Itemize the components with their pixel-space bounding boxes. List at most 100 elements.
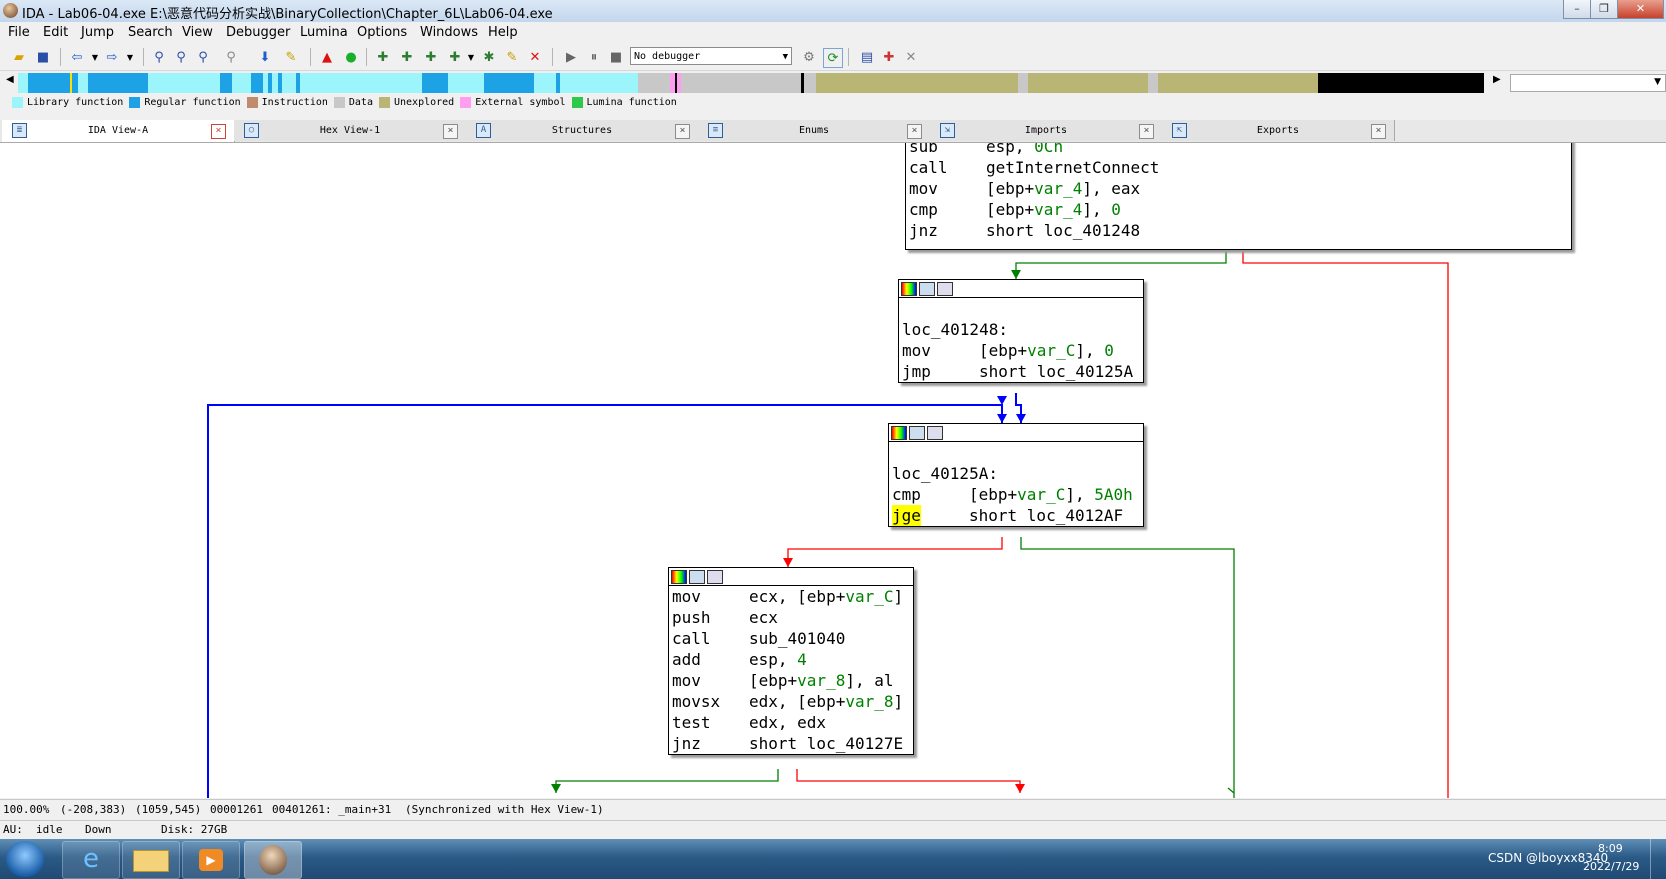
color-icon[interactable] <box>901 282 917 296</box>
rename-icon[interactable] <box>909 426 925 440</box>
block-label[interactable]: loc_401248: <box>899 319 1143 340</box>
tab-enums[interactable]: ≡ Enums × <box>698 120 931 141</box>
clock-date[interactable]: 2022/7/29 <box>1583 860 1639 873</box>
add-breakpoint-icon[interactable]: ✚ <box>880 48 898 66</box>
block-label[interactable]: loc_40125A: <box>889 463 1143 484</box>
delete-breakpoint-icon[interactable]: ✕ <box>902 48 920 66</box>
asm-line[interactable]: push ecx <box>669 607 913 628</box>
run-icon[interactable]: ▶ <box>562 48 580 66</box>
minimize-button[interactable]: – <box>1563 0 1591 19</box>
edit-function-icon[interactable]: ✎ <box>503 48 521 66</box>
delete-icon[interactable]: ✕ <box>526 48 544 66</box>
search-next-icon[interactable]: ⚲ <box>222 48 240 66</box>
back-icon[interactable]: ⇦ <box>68 48 86 66</box>
asm-line[interactable]: sub esp, 0Ch <box>906 143 1571 157</box>
forward-dropdown-icon[interactable]: ▼ <box>121 48 139 66</box>
forward-icon[interactable]: ⇨ <box>103 48 121 66</box>
close-tab-icon[interactable]: × <box>907 124 922 139</box>
asm-line[interactable]: add esp, 4 <box>669 649 913 670</box>
asm-line[interactable]: mov [ebp+var_8], al <box>669 670 913 691</box>
show-desktop-button[interactable] <box>1650 839 1666 879</box>
pause-icon[interactable]: ⏸ <box>585 48 603 66</box>
asm-line[interactable]: movsx edx, [ebp+var_8] <box>669 691 913 712</box>
nav-left-arrow-icon[interactable]: ◀ <box>6 74 14 85</box>
asm-line[interactable]: jge short loc_4012AF <box>889 505 1143 526</box>
asm-line[interactable]: mov [ebp+var_4], eax <box>906 178 1571 199</box>
clock-time[interactable]: 8:09 <box>1598 842 1623 855</box>
start-button[interactable] <box>6 841 44 877</box>
internet-explorer-icon[interactable]: e <box>62 841 120 879</box>
binoculars-icon[interactable]: ⚲ <box>150 48 168 66</box>
asm-line[interactable]: cmp [ebp+var_C], 5A0h <box>889 484 1143 505</box>
tab-exports[interactable]: ⇱ Exports × <box>1162 120 1395 141</box>
restore-button[interactable]: ❐ <box>1590 0 1618 19</box>
group-icon[interactable] <box>707 570 723 584</box>
file-explorer-icon[interactable] <box>122 841 180 879</box>
jump-down-icon[interactable]: ⬇ <box>256 48 274 66</box>
search-text-icon[interactable]: ⚲ <box>172 48 190 66</box>
graph-node-block1[interactable]: sub esp, 0Ch call getInternetConnect mov [ebp… <box>905 143 1572 250</box>
media-player-icon[interactable]: ▶ <box>182 841 240 879</box>
close-tab-icon[interactable]: × <box>675 124 690 139</box>
menu-options[interactable]: Options <box>357 25 407 40</box>
ida-graph-view[interactable]: sub esp, 0Ch call getInternetConnect mov [ebp… <box>0 143 1666 798</box>
close-tab-icon[interactable]: × <box>443 124 458 139</box>
graph-node-loc-401248[interactable]: loc_401248: mov [ebp+var_C], 0 jmp short lo… <box>898 279 1144 383</box>
color-icon[interactable] <box>671 570 687 584</box>
nav-right-arrow-icon[interactable]: ▶ <box>1493 74 1501 85</box>
menu-windows[interactable]: Windows <box>420 25 478 40</box>
menu-search[interactable]: Search <box>128 25 173 40</box>
add-string-icon[interactable]: ✚ <box>422 48 440 66</box>
menu-help[interactable]: Help <box>488 25 518 40</box>
tab-ida-view-a[interactable]: ≣ IDA View-A × <box>2 120 235 142</box>
pencil-icon[interactable]: ✎ <box>282 48 300 66</box>
menu-debugger[interactable]: Debugger <box>226 25 290 40</box>
rename-icon[interactable] <box>919 282 935 296</box>
tab-imports[interactable]: ⇲ Imports × <box>930 120 1163 141</box>
asm-line[interactable]: mov [ebp+var_C], 0 <box>899 340 1143 361</box>
breakpoint-list-icon[interactable]: ▤ <box>858 48 876 66</box>
close-tab-icon[interactable]: × <box>1371 124 1386 139</box>
asm-line[interactable]: mov ecx, [ebp+var_C] <box>669 586 913 607</box>
asm-line[interactable]: jnz short loc_40127E <box>669 733 913 754</box>
close-tab-icon[interactable]: × <box>211 124 226 139</box>
graph-node-block4[interactable]: mov ecx, [ebp+var_C] push ecx call sub_401040… <box>668 567 914 755</box>
asm-line[interactable]: call getInternetConnect <box>906 157 1571 178</box>
menu-file[interactable]: File <box>8 25 30 40</box>
graph-node-loc-40125a[interactable]: loc_40125A: cmp [ebp+var_C], 5A0h jge short… <box>888 423 1144 527</box>
menu-jump[interactable]: Jump <box>81 25 114 40</box>
green-circle-icon[interactable]: ● <box>342 48 360 66</box>
asm-line[interactable]: call sub_401040 <box>669 628 913 649</box>
color-icon[interactable] <box>891 426 907 440</box>
asm-line[interactable]: test edx, edx <box>669 712 913 733</box>
refresh-icon[interactable]: ⟳ <box>823 48 843 68</box>
search-binary-icon[interactable]: ⚲ <box>194 48 212 66</box>
nav-dropdown[interactable]: ▼ <box>1510 74 1666 92</box>
save-icon[interactable]: ■ <box>34 48 52 66</box>
debugger-select[interactable]: No debugger ▼ <box>630 47 792 65</box>
add-dropdown-icon[interactable]: ▼ <box>462 48 480 66</box>
menu-lumina[interactable]: Lumina <box>300 25 348 40</box>
tab-hex-view-1[interactable]: ○ Hex View-1 × <box>234 120 467 141</box>
rename-icon[interactable] <box>689 570 705 584</box>
close-tab-icon[interactable]: × <box>1139 124 1154 139</box>
stop-icon[interactable]: ■ <box>607 48 625 66</box>
asm-line[interactable]: jmp short loc_40125A <box>899 361 1143 382</box>
menu-view[interactable]: View <box>182 25 213 40</box>
tab-structures[interactable]: A Structures × <box>466 120 699 141</box>
close-button[interactable]: ✕ <box>1617 0 1664 19</box>
navigation-band[interactable] <box>18 73 1484 93</box>
asm-line[interactable]: cmp [ebp+var_4], 0 <box>906 199 1571 220</box>
attach-icon[interactable]: ⚙ <box>800 48 818 66</box>
add-code-icon[interactable]: ✚ <box>374 48 392 66</box>
back-dropdown-icon[interactable]: ▼ <box>86 48 104 66</box>
add-data-icon[interactable]: ✚ <box>398 48 416 66</box>
function-icon[interactable]: ✱ <box>480 48 498 66</box>
asm-line[interactable]: jnz short loc_401248 <box>906 220 1571 241</box>
graph-warning-icon[interactable]: ▲ <box>318 48 336 66</box>
group-icon[interactable] <box>927 426 943 440</box>
menu-edit[interactable]: Edit <box>43 25 68 40</box>
ida-taskbar-icon[interactable] <box>244 841 302 879</box>
open-icon[interactable]: ▰ <box>10 48 28 66</box>
group-icon[interactable] <box>937 282 953 296</box>
